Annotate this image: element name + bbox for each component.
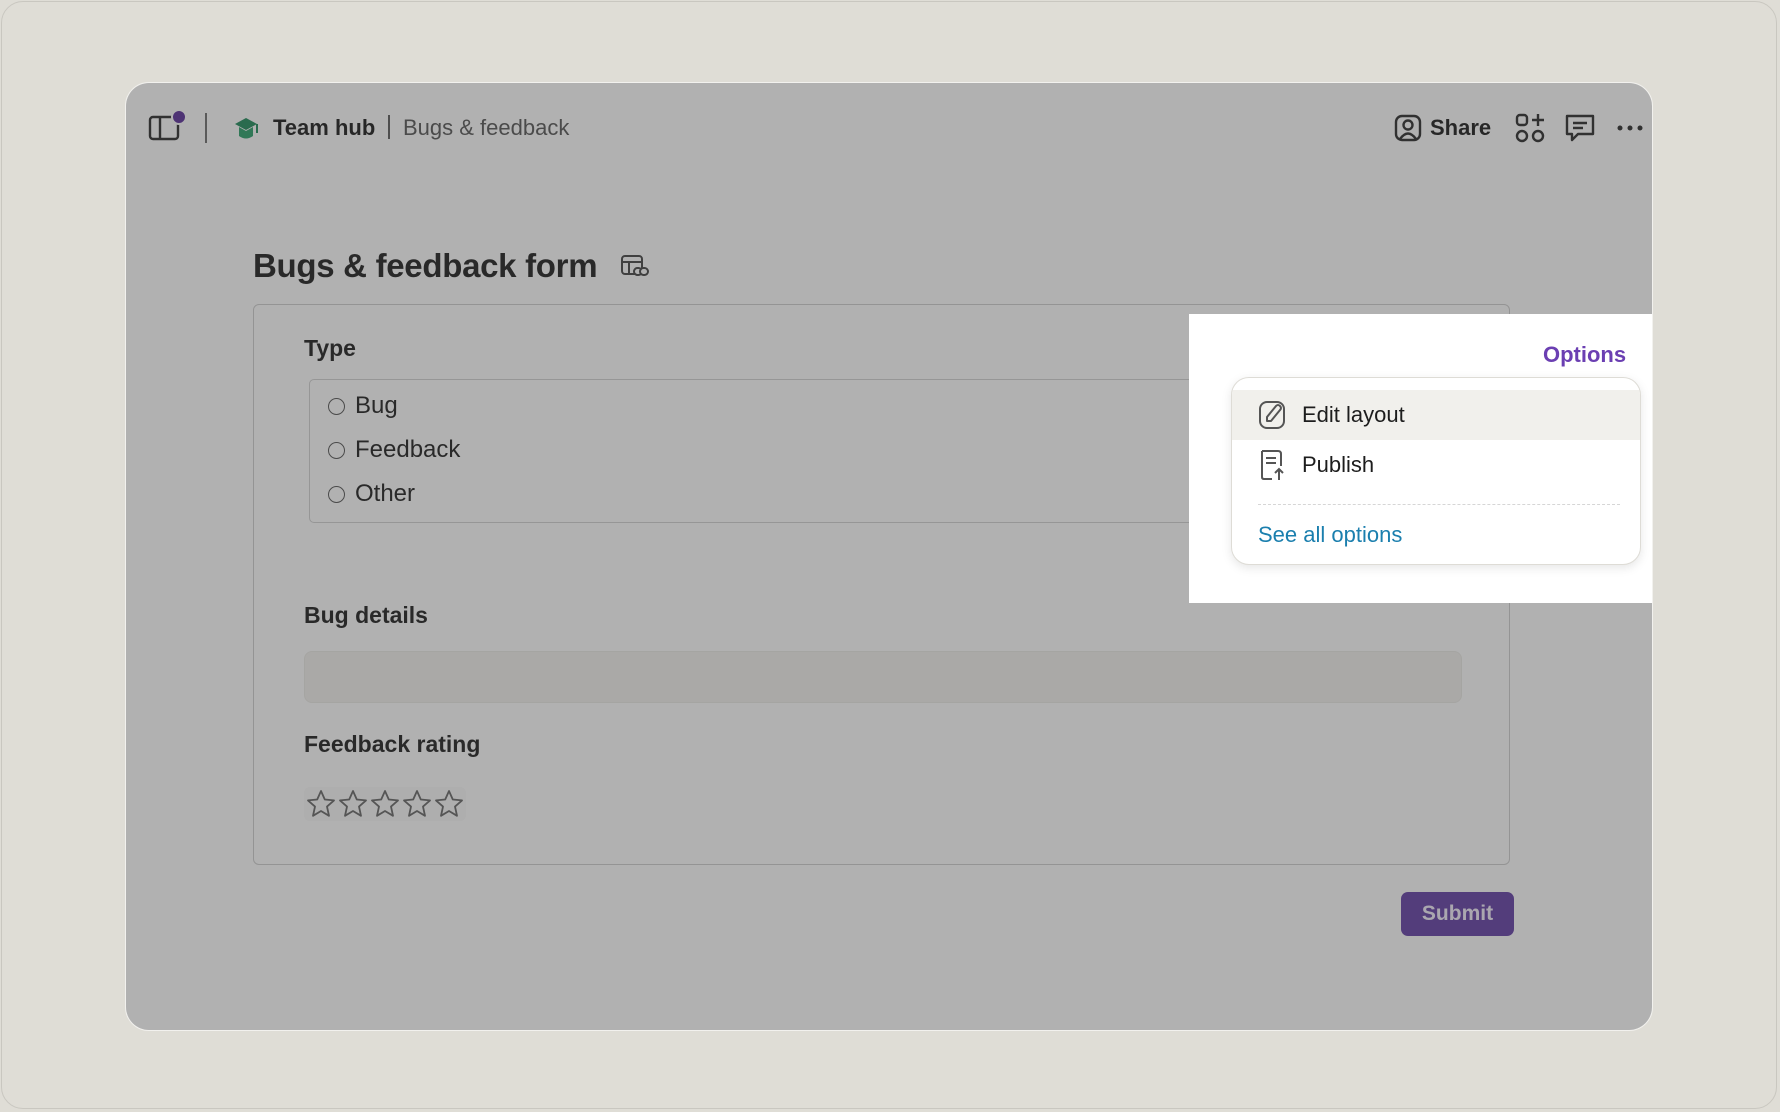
menu-divider: [1258, 504, 1620, 505]
options-button[interactable]: Options: [1543, 342, 1626, 368]
menu-item-label: Publish: [1302, 452, 1375, 477]
publish-icon: [1261, 450, 1284, 480]
options-dropdown-menu: Edit layout Publish See all options: [1231, 377, 1641, 565]
edit-layout-icon: [1259, 401, 1285, 429]
menu-item-label: Edit layout: [1302, 402, 1405, 427]
app-window: Team hub Bugs & feedback Share Bugs & fe…: [125, 82, 1653, 1031]
see-all-options-link[interactable]: See all options: [1258, 522, 1402, 548]
menu-item-publish[interactable]: Publish: [1232, 440, 1640, 490]
menu-item-edit-layout[interactable]: Edit layout: [1232, 390, 1640, 440]
